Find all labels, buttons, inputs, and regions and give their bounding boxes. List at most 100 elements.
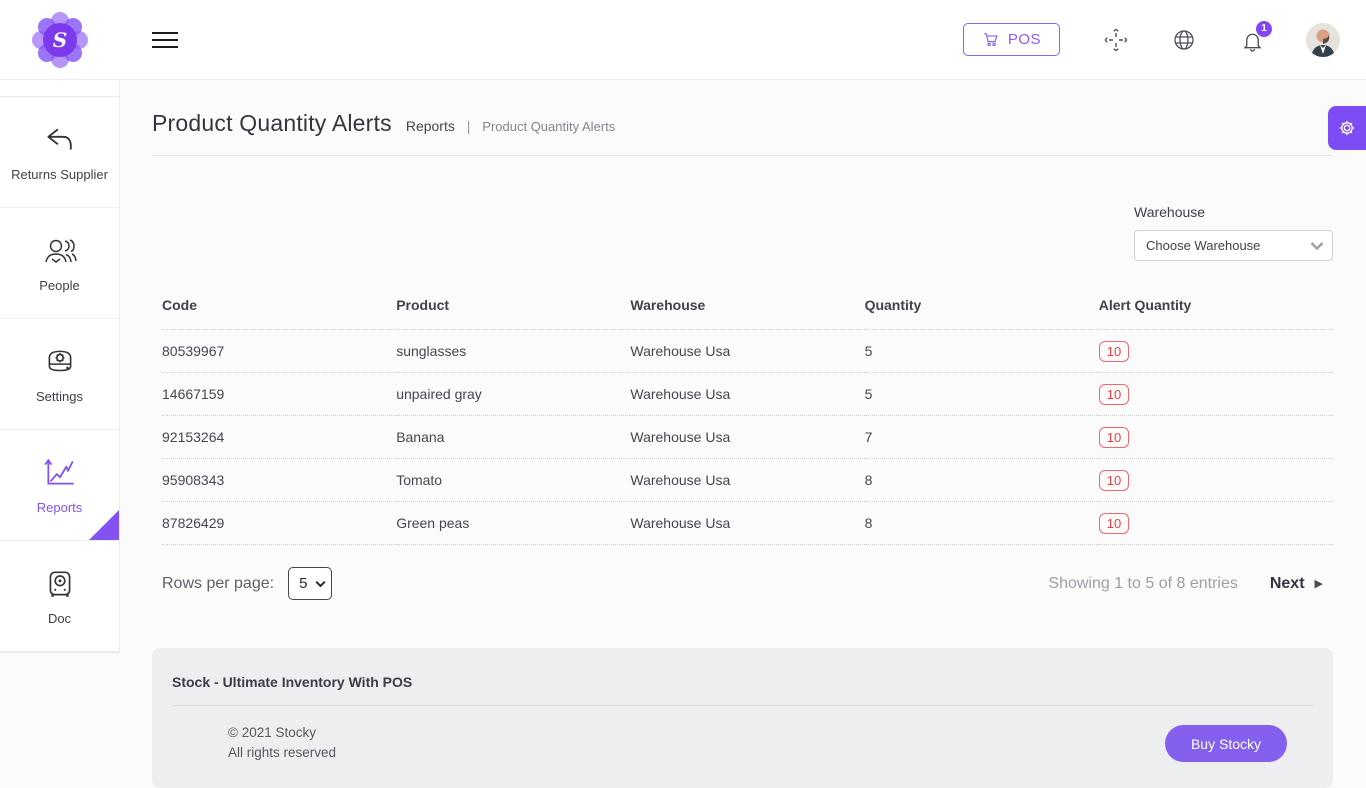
col-header-quantity: Quantity [864,297,922,313]
svg-text:S: S [53,28,67,52]
cell-quantity: 5 [864,372,1099,416]
footer-rights: All rights reserved [228,745,337,760]
title-divider [152,155,1333,156]
cell-product: Banana [396,415,631,459]
user-avatar[interactable] [1306,22,1340,57]
alerts-table: Code Product Warehouse Quantity Alert Qu… [162,287,1333,545]
app-logo[interactable]: S [0,11,120,69]
footer-panel: Stock - Ultimate Inventory With POS © 20… [152,648,1333,788]
cell-warehouse: Warehouse Usa [630,372,865,416]
cell-alert-quantity: 10 [1098,458,1333,502]
doc-box-icon [49,570,70,597]
breadcrumb: Reports | Product Quantity Alerts [406,118,615,134]
cell-quantity: 8 [864,501,1099,545]
alert-quantity-badge: 10 [1098,426,1130,448]
cell-code: 87826429 [162,501,397,545]
cell-alert-quantity: 10 [1098,415,1333,459]
breadcrumb-separator: | [466,118,471,134]
cell-warehouse: Warehouse Usa [630,329,865,373]
footer-copyright: © 2021 Stocky [228,725,316,740]
sidebar-item-label: People [39,277,80,293]
language-button[interactable] [1172,28,1196,52]
cell-code: 14667159 [162,372,397,416]
sidebar-item-label: Returns Supplier [11,166,108,182]
breadcrumb-current: Product Quantity Alerts [482,119,616,134]
next-arrow-icon: ▶ [1314,578,1323,590]
table-header-row: Code Product Warehouse Quantity Alert Qu… [162,287,1333,330]
col-header-alert-quantity: Alert Quantity [1098,297,1192,313]
sidebar-scroll-edge [0,80,119,97]
sidebar-item-reports[interactable]: Reports [0,430,119,541]
pos-button-label: POS [1007,31,1041,48]
top-header: S POS 1 [0,0,1366,80]
next-label: Next [1269,574,1305,592]
pagination-bar: Rows per page: 5 Showing 1 to 5 of 8 ent… [152,567,1333,600]
alert-quantity-badge: 10 [1098,512,1130,534]
cell-product: unpaired gray [396,372,631,416]
theme-settings-button[interactable] [1328,106,1366,150]
table-row: 92153264 Banana Warehouse Usa 7 10 [162,415,1333,459]
main-content: Product Quantity Alerts Reports | Produc… [120,80,1366,788]
cell-product: Tomato [396,458,631,502]
notifications-button[interactable]: 1 [1240,20,1272,52]
expand-arrows-icon [1104,28,1128,51]
footer-divider [172,705,1313,706]
sidebar-item-people[interactable]: People [0,208,119,319]
alert-quantity-badge: 10 [1098,340,1130,362]
gear-icon [1339,120,1355,136]
cell-quantity: 5 [864,329,1099,373]
table-row: 95908343 Tomato Warehouse Usa 8 10 [162,458,1333,502]
cell-quantity: 7 [864,415,1099,459]
cell-product: sunglasses [396,329,631,373]
sidebar-nav: Returns Supplier People Settings Reports [0,80,120,653]
buy-stocky-button[interactable]: Buy Stocky [1164,725,1287,762]
active-item-marker [89,510,119,540]
cell-warehouse: Warehouse Usa [630,501,865,545]
alert-quantity-badge: 10 [1098,469,1130,491]
cell-code: 95908343 [162,458,397,502]
sidebar-item-doc[interactable]: Doc [0,541,119,652]
cell-warehouse: Warehouse Usa [630,415,865,459]
table-row: 87826429 Green peas Warehouse Usa 8 10 [162,501,1333,545]
rows-per-page-select[interactable]: 5 [288,567,333,600]
warehouse-filter-label: Warehouse [1134,204,1206,220]
cell-product: Green peas [396,501,631,545]
report-chart-icon [43,458,74,484]
pos-button[interactable]: POS [962,23,1060,56]
cell-warehouse: Warehouse Usa [630,458,865,502]
table-row: 80539967 sunglasses Warehouse Usa 5 10 [162,329,1333,373]
breadcrumb-section[interactable]: Reports [406,118,455,134]
fullscreen-button[interactable] [1104,28,1128,52]
next-page-button[interactable]: Next ▶ [1270,575,1323,593]
stocky-logo-icon: S [32,11,88,68]
cell-alert-quantity: 10 [1098,372,1333,416]
page-title: Product Quantity Alerts [152,110,392,136]
cart-icon [983,33,998,47]
cell-quantity: 8 [864,458,1099,502]
cell-alert-quantity: 10 [1098,329,1333,373]
people-icon [44,238,77,263]
showing-entries-text: Showing 1 to 5 of 8 entries [1048,574,1238,592]
col-header-code: Code [162,297,197,313]
cell-code: 80539967 [162,329,397,373]
return-arrow-icon [46,128,72,150]
table-row: 14667159 unpaired gray Warehouse Usa 5 1… [162,372,1333,416]
warehouse-select[interactable]: Choose Warehouse [1134,230,1333,261]
sidebar-item-returns-supplier[interactable]: Returns Supplier [0,97,119,208]
rows-per-page-label: Rows per page: [162,574,275,592]
col-header-warehouse: Warehouse [630,297,706,313]
alert-quantity-badge: 10 [1098,383,1130,405]
cell-code: 92153264 [162,415,397,459]
menu-toggle-button[interactable] [152,27,178,53]
sidebar-item-settings[interactable]: Settings [0,319,119,430]
avatar-image [1306,22,1340,57]
footer-title: Stock - Ultimate Inventory With POS [172,674,413,690]
col-header-product: Product [396,297,450,313]
settings-drive-icon [48,350,71,371]
sidebar-item-label: Reports [36,499,83,515]
sidebar-item-label: Settings [36,388,83,404]
sidebar-item-label: Doc [47,610,72,626]
cell-alert-quantity: 10 [1098,501,1333,545]
notification-badge: 1 [1256,20,1272,37]
globe-icon [1174,29,1194,50]
